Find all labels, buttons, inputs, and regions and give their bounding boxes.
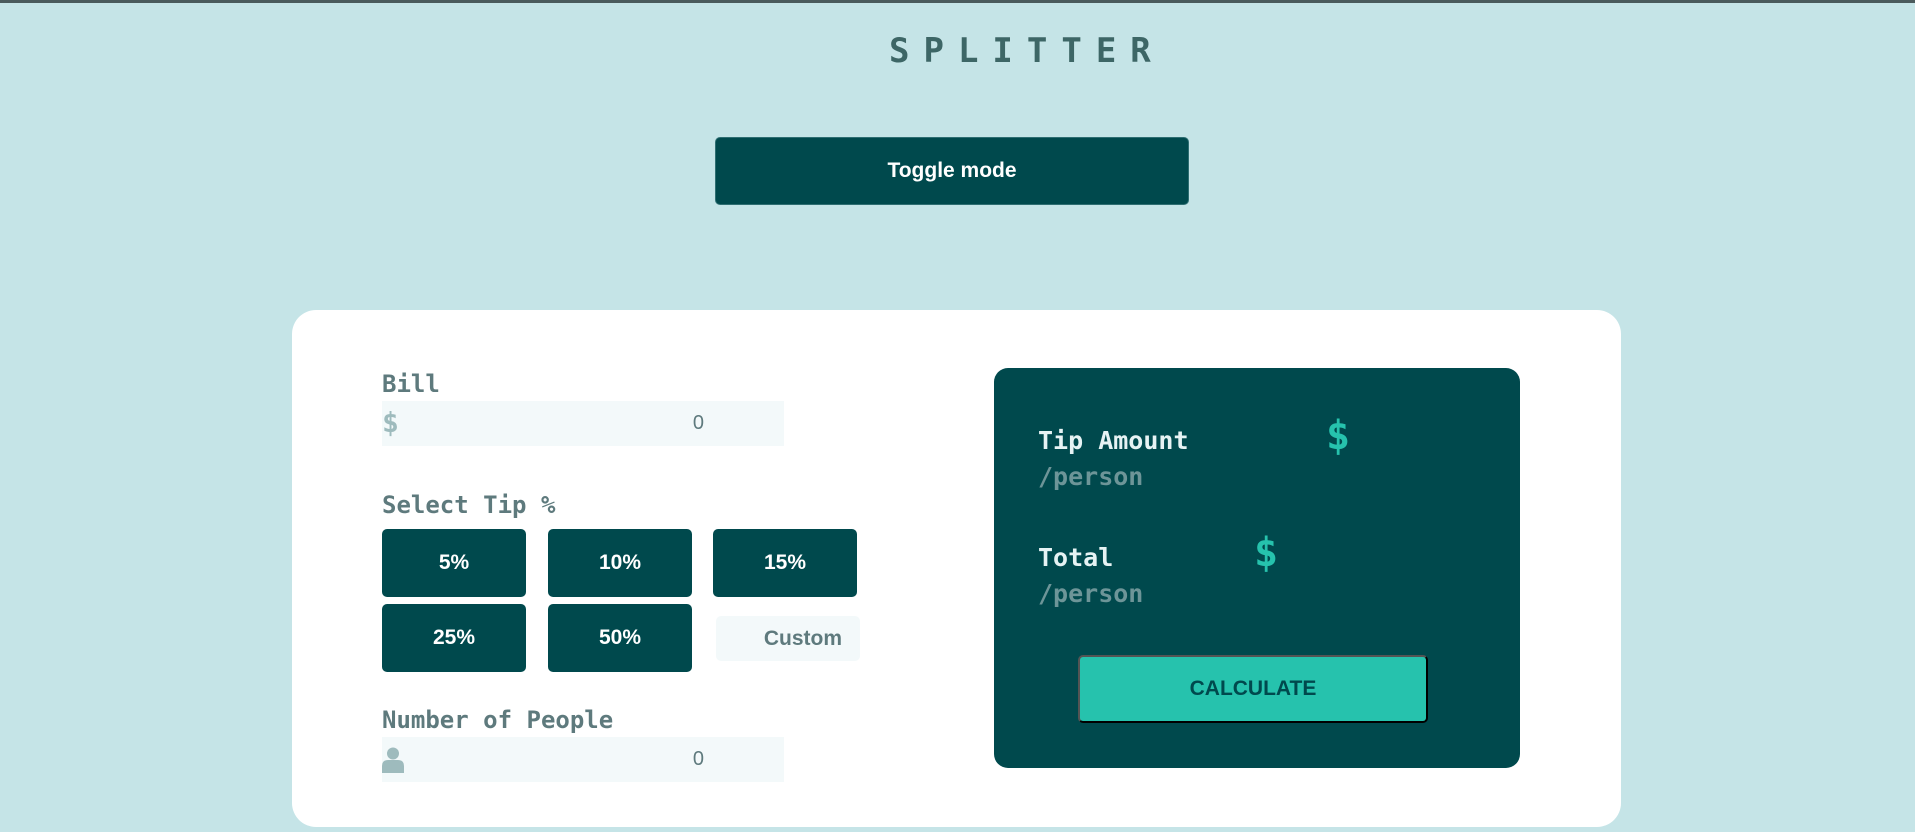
total-per-person: /person	[1038, 579, 1144, 608]
tip-25-button[interactable]: 25%	[382, 604, 526, 672]
total-value: $	[1254, 530, 1279, 576]
tip-10-button[interactable]: 10%	[548, 529, 692, 597]
tip-amount-label: Tip Amount	[1038, 426, 1189, 455]
people-value: 0	[692, 748, 704, 770]
tip-50-button[interactable]: 50%	[548, 604, 692, 672]
tip-amount-per-person: /person	[1038, 462, 1144, 491]
tip-5-button[interactable]: 5%	[382, 529, 526, 597]
dollar-icon: $	[382, 406, 399, 439]
calculate-button[interactable]: CALCULATE	[1078, 655, 1428, 723]
tip-amount-value: $	[1326, 413, 1351, 459]
toggle-mode-button[interactable]: Toggle mode	[715, 137, 1189, 205]
result-panel: Tip Amount /person $ Total /person $ CAL…	[994, 368, 1520, 768]
bill-value: 0	[692, 412, 704, 434]
bill-input[interactable]: $ 0	[382, 401, 784, 446]
app-logo: SPLITTER	[889, 31, 1165, 71]
people-label: Number of People	[382, 706, 614, 734]
bill-label: Bill	[382, 370, 440, 398]
custom-tip-input[interactable]: Custom	[716, 616, 860, 661]
person-icon	[382, 747, 404, 773]
people-input[interactable]: 0	[382, 737, 784, 782]
total-label: Total	[1038, 543, 1114, 572]
tip-15-button[interactable]: 15%	[713, 529, 857, 597]
select-tip-label: Select Tip %	[382, 491, 556, 519]
